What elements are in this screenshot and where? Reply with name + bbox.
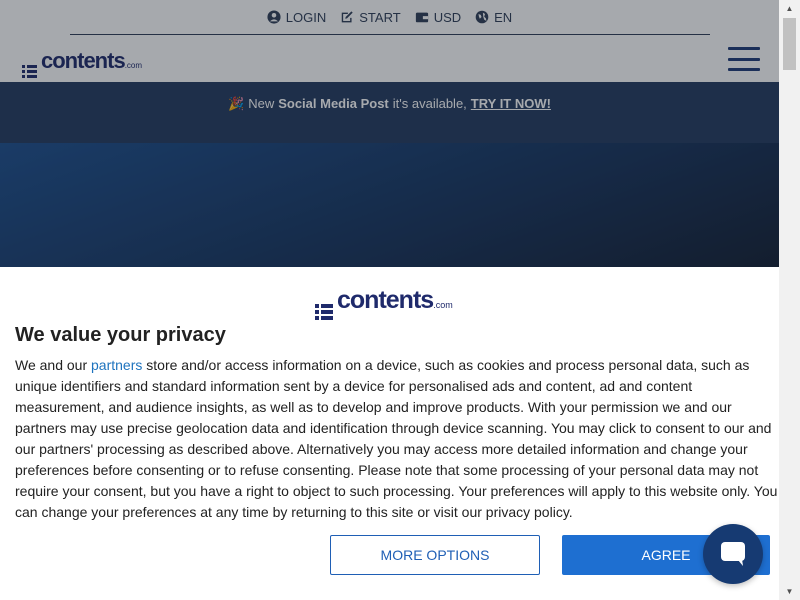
modal-overlay	[0, 0, 779, 267]
consent-title: We value your privacy	[15, 324, 226, 346]
scroll-down-arrow[interactable]: ▼	[779, 583, 800, 600]
chat-bubble-icon	[721, 542, 745, 566]
scroll-thumb[interactable]	[783, 18, 796, 70]
logo-word: contents	[337, 286, 434, 314]
chat-button[interactable]	[703, 524, 763, 584]
consent-logo: contents .com	[315, 286, 453, 320]
partners-link[interactable]: partners	[91, 357, 142, 373]
more-options-button[interactable]: MORE OPTIONS	[330, 535, 540, 575]
privacy-consent-dialog: contents .com We value your privacy We a…	[0, 267, 779, 600]
page-scrollbar[interactable]: ▲ ▼	[779, 0, 800, 600]
logo-suffix: .com	[433, 300, 453, 310]
consent-body-rest: store and/or access information on a dev…	[15, 357, 778, 520]
consent-body-start: We and our	[15, 357, 92, 373]
list-icon	[315, 304, 333, 320]
scroll-up-arrow[interactable]: ▲	[779, 0, 800, 17]
consent-body: We and our partners store and/or access …	[15, 355, 779, 523]
